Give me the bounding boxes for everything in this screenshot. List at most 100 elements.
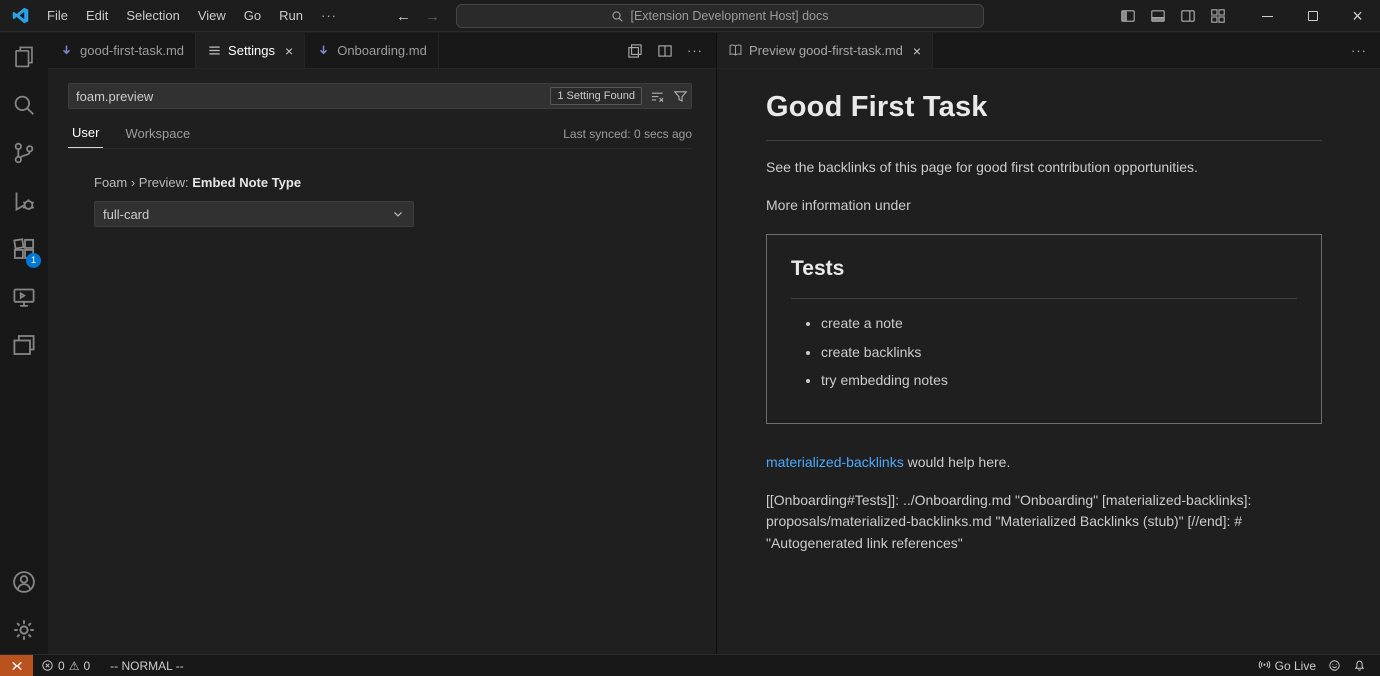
warning-count: 0 xyxy=(83,659,90,673)
list-item: create backlinks xyxy=(821,342,1297,364)
accounts-icon[interactable] xyxy=(0,558,48,606)
tab-preview-good-first-task[interactable]: Preview good-first-task.md × xyxy=(717,33,933,68)
settings-scope-tabs: User Workspace Last synced: 0 secs ago xyxy=(68,121,692,149)
toggle-secondary-sidebar-icon[interactable] xyxy=(1175,4,1201,28)
minimize-icon xyxy=(1262,16,1273,17)
broadcast-icon xyxy=(1258,659,1271,672)
workbench: 1 good-first-task.md xyxy=(0,33,1380,654)
customize-layout-icon[interactable] xyxy=(1205,4,1231,28)
run-debug-icon[interactable] xyxy=(0,177,48,225)
embedded-note-title: Tests xyxy=(791,237,1297,299)
tab-label: Preview good-first-task.md xyxy=(749,43,903,58)
problems-status[interactable]: 0 ⚠ 0 xyxy=(35,655,96,676)
search-icon xyxy=(611,10,624,23)
vscode-window: File Edit Selection View Go Run ··· ← → … xyxy=(0,0,1380,676)
editor-actions-right: ··· xyxy=(1348,33,1380,68)
tab-label: Settings xyxy=(228,43,275,58)
editor-group-left: good-first-task.md Settings × Onboarding… xyxy=(48,33,716,654)
menu-edit[interactable]: Edit xyxy=(77,1,117,31)
history-back-icon[interactable]: ← xyxy=(396,8,411,25)
setting-label: Foam › Preview: Embed Note Type xyxy=(94,175,692,190)
filter-settings-icon[interactable] xyxy=(673,89,688,104)
tab-bar-left: good-first-task.md Settings × Onboarding… xyxy=(48,33,716,69)
menu-bar: File Edit Selection View Go Run ··· xyxy=(38,1,346,31)
last-synced-label: Last synced: 0 secs ago xyxy=(563,127,692,148)
command-center-label: [Extension Development Host] docs xyxy=(630,9,828,23)
vscode-logo-icon xyxy=(12,7,30,25)
menu-selection[interactable]: Selection xyxy=(117,1,188,31)
vim-mode-status[interactable]: -- NORMAL -- xyxy=(104,655,190,676)
menu-run[interactable]: Run xyxy=(270,1,312,31)
editor-actions-left: ··· xyxy=(624,33,716,68)
search-sidebar-icon[interactable] xyxy=(0,81,48,129)
tab-onboarding[interactable]: Onboarding.md xyxy=(305,33,439,68)
link-references-text: [[Onboarding#Tests]]: ../Onboarding.md "… xyxy=(766,490,1322,555)
more-actions-icon[interactable]: ··· xyxy=(684,40,706,62)
tab-good-first-task[interactable]: good-first-task.md xyxy=(48,33,196,68)
minimize-button[interactable] xyxy=(1245,0,1290,32)
scope-tab-workspace[interactable]: Workspace xyxy=(121,122,194,148)
remote-explorer-icon[interactable] xyxy=(0,273,48,321)
tab-settings[interactable]: Settings × xyxy=(196,33,305,68)
materialized-backlinks-link[interactable]: materialized-backlinks xyxy=(766,454,904,470)
preview-title: Good First Task xyxy=(766,85,1322,141)
close-button[interactable]: × xyxy=(1335,0,1380,32)
split-editor-icon[interactable] xyxy=(654,40,676,62)
toggle-panel-icon[interactable] xyxy=(1145,4,1171,28)
command-center[interactable]: [Extension Development Host] docs xyxy=(456,4,984,28)
dropdown-value: full-card xyxy=(103,207,149,222)
maximize-icon xyxy=(1308,11,1318,21)
menu-more-icon[interactable]: ··· xyxy=(312,1,346,31)
tab-bar-right: Preview good-first-task.md × ··· xyxy=(717,33,1380,69)
maximize-button[interactable] xyxy=(1290,0,1335,32)
status-bar: 0 ⚠ 0 -- NORMAL -- Go Live xyxy=(0,654,1380,676)
close-tab-icon[interactable]: × xyxy=(285,44,293,58)
menu-file[interactable]: File xyxy=(38,1,77,31)
statusbar-right: Go Live xyxy=(1252,655,1380,676)
history-nav: ← → xyxy=(396,0,440,32)
extensions-icon[interactable]: 1 xyxy=(0,225,48,273)
remote-indicator[interactable] xyxy=(0,655,33,676)
settings-gear-icon[interactable] xyxy=(0,606,48,654)
toggle-primary-sidebar-icon[interactable] xyxy=(1115,4,1141,28)
title-bar: File Edit Selection View Go Run ··· ← → … xyxy=(0,0,1380,32)
close-icon: × xyxy=(1352,6,1363,27)
menu-view[interactable]: View xyxy=(189,1,235,31)
windows-icon[interactable] xyxy=(0,321,48,369)
link-tail-text: would help here. xyxy=(904,454,1011,470)
embedded-note-card: Tests create a note create backlinks try… xyxy=(766,234,1322,424)
feedback-icon[interactable] xyxy=(1322,655,1347,676)
explorer-icon[interactable] xyxy=(0,33,48,81)
go-live-label: Go Live xyxy=(1275,659,1316,673)
markdown-file-icon xyxy=(316,43,331,58)
markdown-file-icon xyxy=(59,43,74,58)
preview-paragraph: More information under xyxy=(766,195,1322,217)
notifications-bell-icon[interactable] xyxy=(1347,655,1372,676)
tab-label: Onboarding.md xyxy=(337,43,427,58)
extensions-badge: 1 xyxy=(26,253,41,268)
setting-category: Foam › Preview: xyxy=(94,175,192,190)
settings-editor-icon xyxy=(207,43,222,58)
markdown-preview: Good First Task See the backlinks of thi… xyxy=(717,69,1380,654)
preview-paragraph: materialized-backlinks would help here. xyxy=(766,452,1322,474)
more-actions-icon[interactable]: ··· xyxy=(1348,40,1370,62)
history-forward-icon[interactable]: → xyxy=(425,8,440,25)
setting-name: Embed Note Type xyxy=(192,175,301,190)
source-control-icon[interactable] xyxy=(0,129,48,177)
activity-bar: 1 xyxy=(0,33,48,654)
titlebar-controls: × xyxy=(1115,0,1380,32)
tab-label: good-first-task.md xyxy=(80,43,184,58)
go-live-status[interactable]: Go Live xyxy=(1252,655,1322,676)
close-tab-icon[interactable]: × xyxy=(913,44,921,58)
error-count: 0 xyxy=(58,659,65,673)
error-icon xyxy=(41,659,54,672)
embed-note-type-dropdown[interactable]: full-card xyxy=(94,201,414,227)
settings-editor: 1 Setting Found User Workspace Last sync… xyxy=(48,69,716,227)
menu-go[interactable]: Go xyxy=(235,1,270,31)
markdown-preview-icon xyxy=(728,43,743,58)
setting-item-embed-note-type: Foam › Preview: Embed Note Type full-car… xyxy=(94,175,692,227)
list-item: try embedding notes xyxy=(821,370,1297,392)
open-settings-json-icon[interactable] xyxy=(624,40,646,62)
clear-search-results-icon[interactable] xyxy=(650,89,665,104)
scope-tab-user[interactable]: User xyxy=(68,121,103,148)
